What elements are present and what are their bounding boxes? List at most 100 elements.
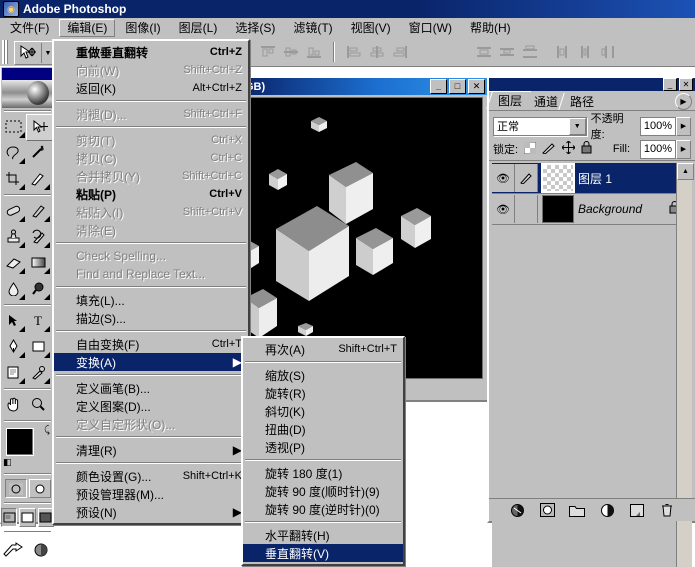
layers-palette-titlebar[interactable]: _ ✕ [489, 78, 695, 91]
type-tool[interactable]: T [26, 308, 51, 333]
menu-layer[interactable]: 图层(L) [171, 19, 226, 37]
palette-close-button[interactable]: ✕ [679, 78, 693, 91]
palette-menu-icon[interactable]: ▶ [675, 93, 692, 110]
menu-item-step-forward[interactable]: 向前(W) Shift+Ctrl+Z [54, 61, 248, 79]
maximize-button[interactable]: □ [449, 79, 466, 94]
menu-item-copy-merged[interactable]: 合并拷贝(Y) Shift+Ctrl+C [54, 167, 248, 185]
menu-select[interactable]: 选择(S) [227, 19, 283, 37]
distribute-top-edges-button[interactable] [474, 43, 494, 61]
menu-item-preset-manager[interactable]: 预设管理器(M)... [54, 485, 248, 503]
lock-transparency-icon[interactable] [523, 141, 537, 157]
menu-item-fade[interactable]: 消褪(D)... Shift+Ctrl+F [54, 105, 248, 123]
layer-active-brush-icon[interactable] [515, 195, 538, 223]
palette-minimize-button[interactable]: _ [663, 78, 677, 91]
align-bottom-edges-button[interactable] [304, 43, 324, 61]
layer-visibility-icon[interactable]: 👁 [492, 164, 515, 192]
table-row[interactable]: 👁 图层 1 [492, 163, 688, 194]
notes-tool[interactable] [1, 360, 26, 385]
quick-mask-mode-button[interactable] [28, 479, 51, 498]
zoom-tool[interactable] [26, 392, 51, 417]
layer-thumbnail[interactable] [542, 195, 574, 223]
layer-mask-icon[interactable] [539, 502, 555, 518]
distribute-horizontal-centers-button[interactable] [576, 43, 596, 61]
clone-stamp-tool[interactable] [1, 224, 26, 249]
menu-file[interactable]: 文件(F) [2, 19, 57, 37]
menu-item-copy[interactable]: 拷贝(C) Ctrl+C [54, 149, 248, 167]
submenu-item-rotate-90-cw[interactable]: 旋转 90 度(顺时针)(9) [243, 482, 403, 500]
layer-active-brush-icon[interactable] [515, 164, 538, 192]
menu-item-transform[interactable]: 变换(A) ▶ [54, 353, 248, 371]
submenu-item-perspective[interactable]: 透视(P) [243, 438, 403, 456]
fill-value[interactable]: 100% [640, 139, 676, 159]
submenu-item-flip-horizontal[interactable]: 水平翻转(H) [243, 526, 403, 544]
menu-item-purge[interactable]: 清理(R) ▶ [54, 441, 248, 459]
dodge-tool[interactable] [26, 276, 51, 301]
menu-item-presets[interactable]: 预设(N) ▶ [54, 503, 248, 521]
opacity-stepper[interactable]: 100% ▶ [640, 116, 691, 136]
layer-name[interactable]: 图层 1 [578, 170, 612, 187]
slice-tool[interactable] [26, 166, 51, 191]
jump-to-imageready-button[interactable] [2, 537, 27, 562]
healing-brush-tool[interactable] [1, 198, 26, 223]
distribute-bottom-edges-button[interactable] [520, 43, 540, 61]
tab-layers[interactable]: 图层 [489, 91, 532, 110]
menu-item-free-transform[interactable]: 自由变换(F) Ctrl+T [54, 335, 248, 353]
delete-layer-icon[interactable] [659, 502, 675, 518]
menu-item-define-custom-shape[interactable]: 定义自定形状(O)... [54, 415, 248, 433]
lasso-tool[interactable] [1, 140, 26, 165]
submenu-item-again[interactable]: 再次(A) Shift+Ctrl+T [243, 340, 403, 358]
menu-item-check-spelling[interactable]: Check Spelling... [54, 247, 248, 265]
menu-item-clear[interactable]: 清除(E) [54, 221, 248, 239]
layer-style-icon[interactable] [509, 502, 525, 518]
new-group-icon[interactable] [569, 502, 585, 518]
blur-tool[interactable] [1, 276, 26, 301]
menu-item-cut[interactable]: 剪切(T) Ctrl+X [54, 131, 248, 149]
reset-colors-icon[interactable]: ◧ [3, 457, 12, 468]
gradient-tool[interactable] [26, 250, 51, 275]
layer-visibility-icon[interactable]: 👁 [492, 195, 515, 223]
magic-wand-tool[interactable] [26, 140, 51, 165]
fill-chevron-icon[interactable]: ▶ [676, 139, 691, 159]
menu-item-fill[interactable]: 填充(L)... [54, 291, 248, 309]
layer-name[interactable]: Background [578, 202, 642, 216]
menu-image[interactable]: 图像(I) [117, 19, 168, 37]
align-vertical-centers-button[interactable] [281, 43, 301, 61]
minimize-button[interactable]: _ [430, 79, 447, 94]
brush-tool[interactable] [26, 198, 51, 223]
align-horizontal-centers-button[interactable] [367, 43, 387, 61]
submenu-item-rotate[interactable]: 旋转(R) [243, 384, 403, 402]
opacity-chevron-icon[interactable]: ▶ [676, 116, 691, 136]
menu-filter[interactable]: 滤镜(T) [285, 19, 340, 37]
menu-item-step-backward[interactable]: 返回(K) Alt+Ctrl+Z [54, 79, 248, 97]
lock-position-icon[interactable] [561, 140, 576, 157]
marquee-tool[interactable] [1, 114, 26, 139]
scroll-up-button[interactable]: ▲ [677, 163, 694, 180]
menu-item-stroke[interactable]: 描边(S)... [54, 309, 248, 327]
submenu-item-distort[interactable]: 扭曲(D) [243, 420, 403, 438]
blend-mode-select[interactable]: 正常 ▼ [493, 116, 587, 136]
menu-window[interactable]: 窗口(W) [401, 19, 460, 37]
submenu-item-rotate-90-ccw[interactable]: 旋转 90 度(逆时针)(0) [243, 500, 403, 518]
foreground-color-swatch[interactable] [6, 428, 34, 456]
distribute-vertical-centers-button[interactable] [497, 43, 517, 61]
new-layer-icon[interactable] [629, 502, 645, 518]
history-brush-tool[interactable] [26, 224, 51, 249]
crop-tool[interactable] [1, 166, 26, 191]
layer-thumbnail[interactable] [541, 163, 575, 193]
move-tool[interactable] [26, 114, 53, 141]
document-titlebar[interactable]: GB) _ □ ✕ [242, 78, 487, 95]
new-fill-adjustment-icon[interactable] [599, 502, 615, 518]
hand-tool[interactable] [1, 392, 26, 417]
standard-screen-mode-button[interactable] [1, 508, 18, 527]
distribute-right-edges-button[interactable] [599, 43, 619, 61]
menu-item-paste[interactable]: 粘贴(P) Ctrl+V [54, 185, 248, 203]
menu-item-define-pattern[interactable]: 定义图案(D)... [54, 397, 248, 415]
close-button[interactable]: ✕ [468, 79, 485, 94]
distribute-left-edges-button[interactable] [553, 43, 573, 61]
menu-view[interactable]: 视图(V) [343, 19, 399, 37]
lock-all-icon[interactable] [581, 141, 592, 157]
submenu-item-rotate-180[interactable]: 旋转 180 度(1) [243, 464, 403, 482]
menu-item-find-replace-text[interactable]: Find and Replace Text... [54, 265, 248, 283]
eraser-tool[interactable] [1, 250, 26, 275]
fill-stepper[interactable]: 100% ▶ [640, 139, 691, 159]
